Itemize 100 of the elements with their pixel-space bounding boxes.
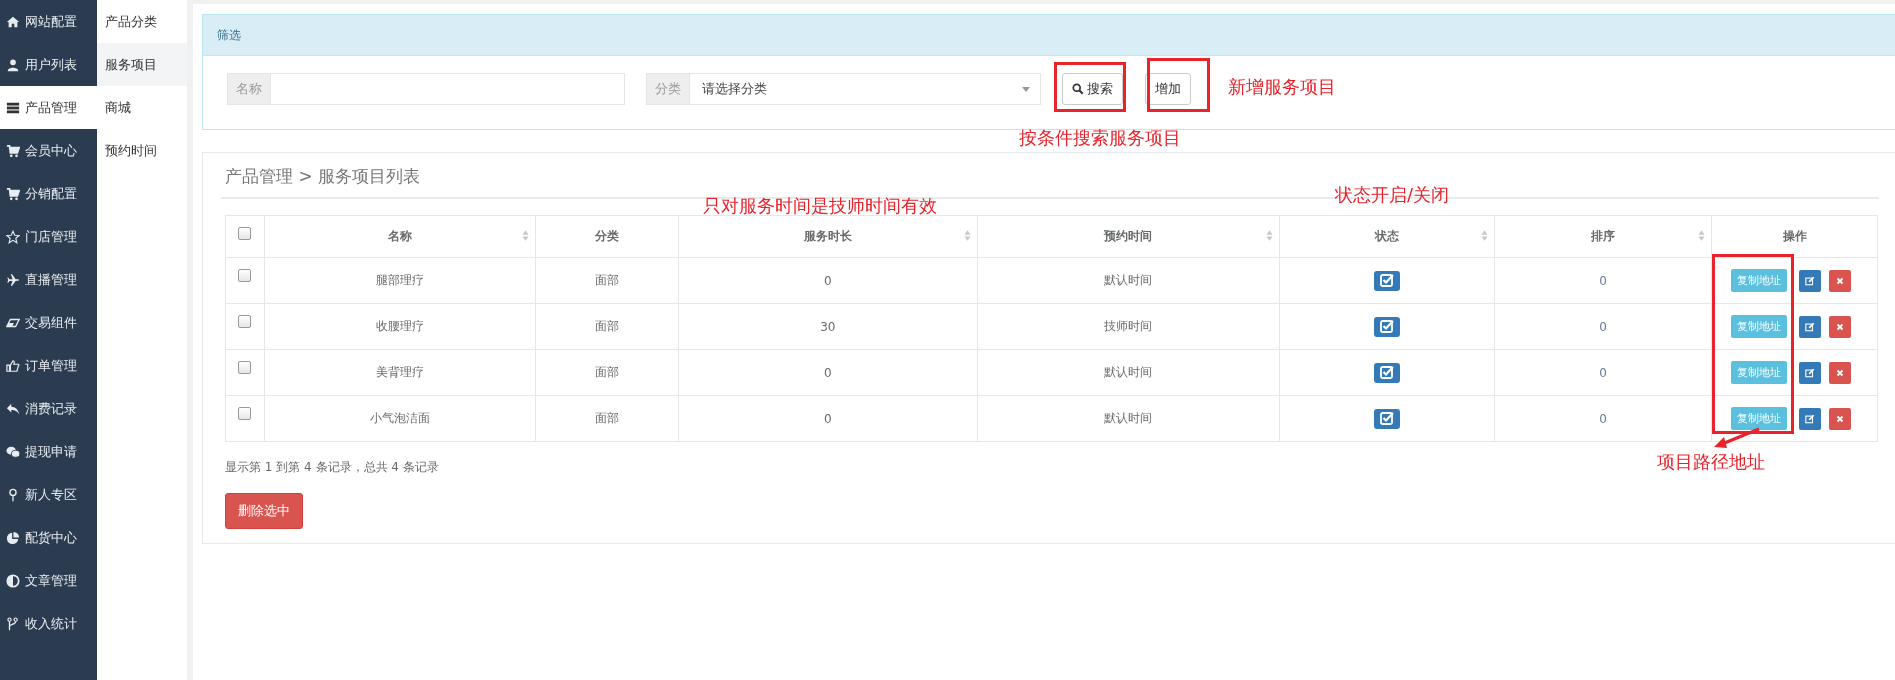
annotation-arrow [1712,427,1762,451]
pie-chart-icon [6,530,20,545]
table-cell: 技师时间 [977,303,1280,350]
table-cell: 默认时间 [977,257,1280,304]
delete-button[interactable] [1829,407,1852,430]
records-summary: 显示第 1 到第 4 条记录，总共 4 条记录 [225,459,439,476]
submenu-item[interactable]: 产品分类 [97,0,187,43]
table-cell: 小气泡洁面 [264,395,536,442]
edit-button[interactable] [1799,361,1822,384]
cart-icon [6,186,20,201]
table-cell: 收腰理疗 [264,303,536,350]
add-button[interactable]: 增加 [1145,73,1191,105]
edit-icon [1805,321,1816,332]
sidebar-item[interactable]: 新人专区 [0,473,97,516]
sidebar-item[interactable]: 订单管理 [0,344,97,387]
checked-status-icon[interactable] [1373,408,1400,429]
close-icon [1835,367,1846,378]
table-cell: 0 [1494,303,1712,350]
sidebar-item[interactable]: 用户列表 [0,43,97,86]
category-select[interactable]: 分类 请选择分类 [646,73,1041,105]
sidebar-item[interactable]: 产品管理 [0,86,97,129]
sidebar-item[interactable]: 配货中心 [0,516,97,559]
annotation-text: 项目路径地址 [1657,450,1765,474]
row-checkbox[interactable] [238,407,252,420]
column-header[interactable]: 状态 [1279,215,1495,258]
contrast-icon [6,573,20,588]
sidebar-item[interactable]: 分销配置 [0,172,97,215]
delete-button[interactable] [1829,269,1852,292]
cart-icon [6,143,20,158]
edit-button[interactable] [1799,269,1822,292]
annotation-text: 新增服务项目 [1228,75,1336,99]
filter-title: 筛选 [217,26,241,44]
table-cell: 美背理疗 [264,349,536,396]
table-cell: 30 [678,303,978,350]
plane-icon [6,272,20,287]
annotation-frame [1147,58,1210,112]
edit-button[interactable] [1799,407,1822,430]
annotation-text: 只对服务时间是技师时间有效 [703,194,937,218]
thumbs-up-icon [6,358,20,373]
table-cell: 面部 [535,303,679,350]
table-cell: 0 [678,257,978,304]
table-cell: 默认时间 [977,395,1280,442]
table-cell: 腿部理疗 [264,257,536,304]
table-cell: 面部 [535,349,679,396]
fork-icon [6,616,20,631]
checked-status-icon[interactable] [1373,270,1400,291]
column-header[interactable]: 排序 [1494,215,1712,258]
sidebar-item[interactable]: 文章管理 [0,559,97,602]
pin-icon [6,487,20,502]
edit-icon [1805,413,1816,424]
table-cell: 0 [1494,257,1712,304]
select-all-checkbox[interactable] [238,227,252,240]
edit-button[interactable] [1799,315,1822,338]
row-checkbox[interactable] [238,361,252,374]
row-checkbox[interactable] [238,269,252,282]
close-icon [1835,413,1846,424]
delete-button[interactable] [1829,361,1852,384]
star-icon [6,229,20,244]
chat-icon [6,444,20,459]
table-cell: 0 [678,395,978,442]
sidebar-item[interactable]: 收入统计 [0,602,97,645]
close-icon [1835,275,1846,286]
sidebar-item[interactable]: 提现申请 [0,430,97,473]
edit-icon [1805,367,1816,378]
checked-status-icon[interactable] [1373,316,1400,337]
table-cell: 面部 [535,257,679,304]
delete-button[interactable] [1829,315,1852,338]
table-cell: 默认时间 [977,349,1280,396]
sidebar-item[interactable]: 直播管理 [0,258,97,301]
annotation-text: 按条件搜索服务项目 [1019,126,1181,150]
annotation-frame [1054,62,1126,112]
home-icon [6,14,20,29]
row-checkbox[interactable] [238,315,252,328]
submenu-item[interactable]: 服务项目 [97,43,187,86]
sidebar-item[interactable]: 网站配置 [0,0,97,43]
submenu-item[interactable]: 商城 [97,86,187,129]
sidebar-item[interactable]: 交易组件 [0,301,97,344]
submenu-item[interactable]: 预约时间 [97,129,187,172]
table-cell: 0 [678,349,978,396]
annotation-text: 状态开启/关闭 [1335,183,1450,207]
sidebar-item[interactable]: 会员中心 [0,129,97,172]
table-cell: 面部 [535,395,679,442]
server-icon [6,100,20,115]
table-cell: 0 [1494,349,1712,396]
column-header[interactable]: 分类 [535,215,679,258]
edit-icon [1805,275,1816,286]
user-icon [6,57,20,72]
column-header[interactable]: 操作 [1711,215,1878,258]
column-header[interactable]: 预约时间 [977,215,1280,258]
sidebar-item[interactable]: 门店管理 [0,215,97,258]
sidebar-item[interactable]: 消费记录 [0,387,97,430]
search-button[interactable]: 搜索 [1062,73,1123,105]
column-header[interactable]: 名称 [264,215,536,258]
close-icon [1835,321,1846,332]
column-header[interactable]: 服务时长 [678,215,978,258]
table-cell: 0 [1494,395,1712,442]
breadcrumb: 产品管理 > 服务项目列表 [225,165,422,188]
checked-status-icon[interactable] [1373,362,1400,383]
search-icon [1072,83,1084,95]
delete-selected-button[interactable]: 删除选中 [225,493,303,529]
